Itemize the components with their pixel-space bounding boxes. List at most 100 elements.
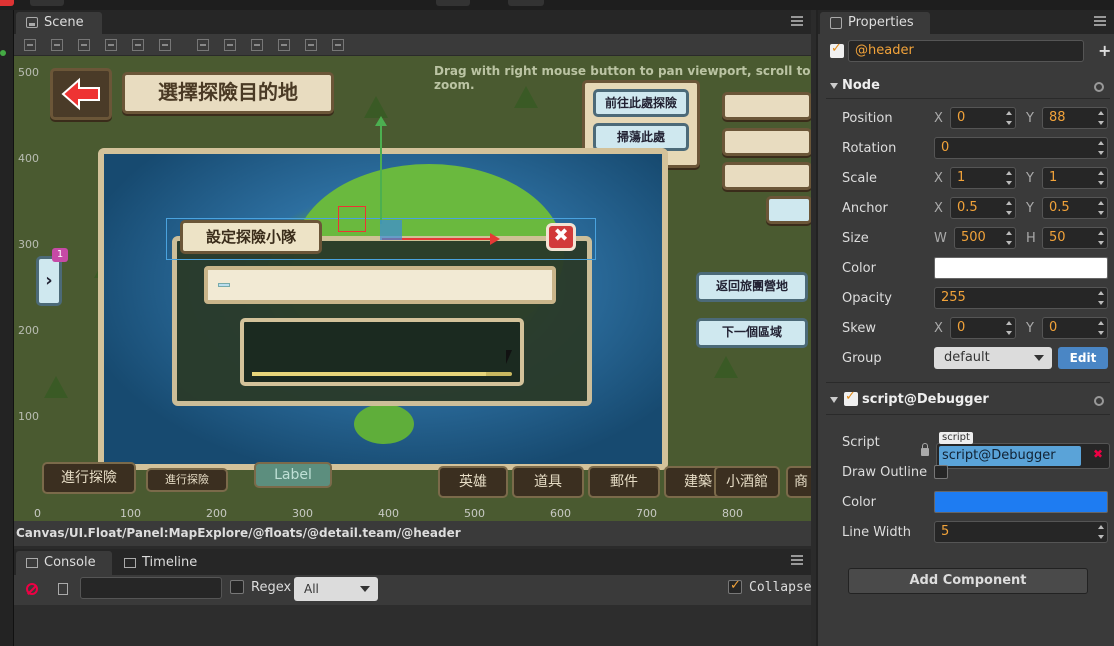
bottom-tab-items[interactable]: 道具: [512, 466, 584, 498]
position-x-input[interactable]: 0: [950, 107, 1016, 129]
remove-script-icon[interactable]: ✖: [1093, 447, 1103, 461]
anchor-y-input[interactable]: 0.5: [1042, 197, 1108, 219]
console-menu-icon[interactable]: [791, 555, 803, 565]
skew-x-input[interactable]: 0: [950, 317, 1016, 339]
size-w-input[interactable]: 500: [954, 227, 1016, 249]
move-gizmo-y-axis[interactable]: [375, 116, 387, 224]
scene-tabbar: Scene: [14, 10, 811, 34]
back-to-camp-button[interactable]: 返回旅團營地: [696, 272, 808, 302]
color-swatch[interactable]: [934, 257, 1108, 279]
node-gear-icon[interactable]: [1094, 82, 1104, 92]
bottom-tab-tavern[interactable]: 小酒館: [714, 466, 780, 498]
skew-y-value: 0: [1049, 320, 1058, 335]
toolbar-stub[interactable]: [30, 0, 64, 6]
distribute-left-icon[interactable]: [278, 39, 290, 51]
script-gear-icon[interactable]: [1094, 396, 1104, 406]
draw-outline-checkbox[interactable]: [934, 465, 948, 479]
opacity-input[interactable]: 255: [934, 287, 1108, 309]
close-window-icon[interactable]: [0, 0, 14, 6]
scale-y-input[interactable]: 1: [1042, 167, 1108, 189]
skew-x-axis: X: [934, 321, 943, 336]
anchor-x-input[interactable]: 0.5: [950, 197, 1016, 219]
skew-y-input[interactable]: 0: [1042, 317, 1108, 339]
rotation-input[interactable]: 0: [934, 137, 1108, 159]
distribute-bottom-icon[interactable]: [251, 39, 263, 51]
stepper-icon[interactable]: [1006, 170, 1013, 186]
open-log-file-icon[interactable]: [58, 583, 68, 595]
team-progress-fill: [252, 372, 486, 376]
align-right-icon[interactable]: [159, 39, 171, 51]
team-name-field[interactable]: [204, 266, 556, 304]
stepper-icon[interactable]: [1098, 170, 1105, 186]
toolbar-stub[interactable]: [508, 0, 544, 6]
node-name-field[interactable]: @header: [848, 40, 1084, 62]
move-gizmo-center[interactable]: [380, 220, 402, 240]
tab-console[interactable]: Console: [16, 551, 112, 575]
distribute-right-icon[interactable]: [332, 39, 344, 51]
ruler-y-tick: 500: [18, 66, 39, 79]
console-log-area[interactable]: [14, 605, 811, 646]
debug-color-swatch[interactable]: [934, 491, 1108, 513]
align-hcenter-icon[interactable]: [132, 39, 144, 51]
stepper-icon[interactable]: [1006, 230, 1013, 246]
resource-slot: [766, 196, 811, 224]
stepper-icon[interactable]: [1006, 320, 1013, 336]
toolbar-stub[interactable]: [436, 0, 470, 6]
bottom-tab[interactable]: 進行探險: [42, 462, 136, 494]
tab-properties[interactable]: Properties: [820, 12, 930, 34]
stepper-icon[interactable]: [1098, 200, 1105, 216]
stepper-icon[interactable]: [1006, 110, 1013, 126]
distribute-top-icon[interactable]: [197, 39, 209, 51]
align-top-icon[interactable]: [24, 39, 36, 51]
align-vcenter-icon[interactable]: [51, 39, 63, 51]
stepper-icon[interactable]: [1098, 290, 1105, 306]
log-level-select[interactable]: All: [294, 577, 378, 601]
tab-timeline[interactable]: Timeline: [114, 551, 213, 575]
clear-console-icon[interactable]: [26, 583, 38, 595]
properties-menu-icon[interactable]: [1094, 16, 1106, 26]
back-button[interactable]: [50, 68, 112, 120]
node-section-header[interactable]: Node: [830, 78, 880, 93]
sweep-here-button[interactable]: 掃蕩此處: [593, 123, 689, 151]
position-y-input[interactable]: 88: [1042, 107, 1108, 129]
edit-group-button[interactable]: Edit: [1058, 347, 1108, 369]
group-select[interactable]: default: [934, 347, 1052, 369]
script-enabled-checkbox[interactable]: [844, 389, 858, 406]
script-field[interactable]: script script@Debugger ✖: [936, 432, 1110, 469]
script-section-header[interactable]: [830, 392, 842, 407]
ruler-vertical: 500 400 300 200 100: [14, 56, 39, 521]
regex-checkbox[interactable]: [230, 580, 244, 594]
explore-here-button[interactable]: 前往此處探險: [593, 89, 689, 117]
draw-outline-label: Draw Outline: [842, 465, 928, 480]
stepper-icon[interactable]: [1098, 524, 1105, 540]
align-bottom-icon[interactable]: [78, 39, 90, 51]
bottom-tab[interactable]: 進行探險: [146, 468, 228, 492]
size-h-input[interactable]: 50: [1042, 227, 1108, 249]
distribute-vcenter-icon[interactable]: [224, 39, 236, 51]
align-toolbar: [14, 34, 811, 56]
next-page-arrow[interactable]: ›: [36, 256, 62, 306]
distribute-hcenter-icon[interactable]: [305, 39, 317, 51]
collapse-checkbox[interactable]: [728, 578, 742, 594]
node-active-checkbox[interactable]: [830, 41, 844, 58]
stepper-icon[interactable]: [1098, 140, 1105, 156]
line-width-input[interactable]: 5: [934, 521, 1108, 543]
stepper-icon[interactable]: [1006, 200, 1013, 216]
add-icon[interactable]: +: [1098, 41, 1111, 60]
align-left-icon[interactable]: [105, 39, 117, 51]
tab-scene[interactable]: Scene: [16, 12, 102, 34]
panel-menu-icon[interactable]: [791, 16, 803, 26]
stepper-icon[interactable]: [1098, 230, 1105, 246]
bottom-tab-heroes[interactable]: 英雄: [438, 466, 508, 498]
add-component-button[interactable]: Add Component: [848, 568, 1088, 594]
next-area-button[interactable]: 下一個區域: [696, 318, 808, 348]
bottom-tab-mail[interactable]: 郵件: [588, 466, 660, 498]
stepper-icon[interactable]: [1098, 110, 1105, 126]
scene-viewport[interactable]: 500 400 300 200 100 Drag with right mous…: [14, 56, 811, 521]
bottom-tab-shop[interactable]: 商: [786, 466, 811, 498]
scale-x-input[interactable]: 1: [950, 167, 1016, 189]
tab-scene-label: Scene: [44, 15, 84, 30]
console-search-input[interactable]: [80, 577, 222, 599]
team-slots-box[interactable]: [240, 318, 524, 386]
stepper-icon[interactable]: [1098, 320, 1105, 336]
